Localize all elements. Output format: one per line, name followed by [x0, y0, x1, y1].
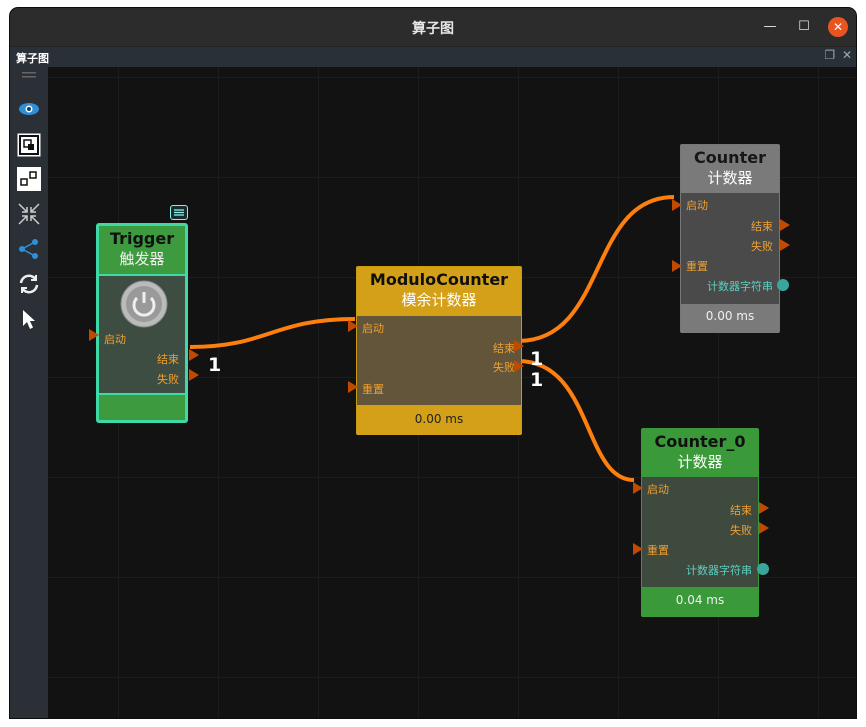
pointer-icon[interactable] [17, 307, 41, 331]
port-in-reset: 重置 [362, 383, 384, 396]
float-icon[interactable]: ❐ [824, 48, 835, 62]
node-counter-0[interactable]: Counter_0 计数器 启动 结束 失败 重置 计数器字符串 0.04 ms [641, 428, 759, 617]
node-timing: 0.00 ms [414, 412, 464, 426]
edge-trigger-modulo[interactable] [189, 317, 356, 349]
port-in-reset: 重置 [686, 260, 708, 273]
eye-icon[interactable] [17, 97, 41, 121]
connector-in-start[interactable] [89, 329, 99, 341]
port-out-fail: 失败 [493, 361, 515, 374]
dock-title: 算子图 [16, 52, 49, 65]
port-out-end: 结束 [493, 342, 515, 355]
connector-out-fail[interactable] [514, 360, 524, 372]
drag-handle-icon[interactable] [17, 69, 41, 81]
power-icon[interactable] [120, 280, 168, 332]
connector-out-end[interactable] [780, 219, 790, 231]
port-in-start: 启动 [104, 333, 126, 346]
node-timing: 0.04 ms [675, 593, 725, 607]
connector-in-start[interactable] [672, 199, 682, 211]
connector-in-reset[interactable] [348, 381, 358, 393]
edge-modulo-counter[interactable] [517, 195, 675, 343]
share-graph-icon[interactable] [17, 237, 41, 261]
connector-out-string[interactable] [757, 563, 769, 575]
app-window: 算子图 — ☐ ✕ 算子图 ❐ ✕ 1 1 1 Trigger 触发器 启动 结… [10, 8, 856, 718]
connector-out-fail[interactable] [780, 239, 790, 251]
node-title: ModuloCounter [369, 270, 509, 289]
minimize-button[interactable]: — [760, 17, 780, 37]
node-title: Counter_0 [654, 432, 746, 451]
graph-canvas[interactable]: 1 1 1 Trigger 触发器 启动 结束 失败 ModuloCounter… [48, 67, 856, 718]
dock-header: 算子图 ❐ ✕ [10, 47, 856, 67]
edge-label: 1 [530, 348, 544, 370]
window-title: 算子图 [412, 21, 454, 37]
close-button[interactable]: ✕ [828, 17, 848, 37]
fit-view-icon[interactable] [17, 133, 41, 157]
node-counter[interactable]: Counter 计数器 启动 结束 失败 重置 计数器字符串 0.00 ms [680, 144, 780, 333]
port-out-fail: 失败 [157, 373, 179, 386]
connector-out-end[interactable] [514, 340, 524, 352]
port-out-end: 结束 [157, 353, 179, 366]
port-out-string: 计数器字符串 [707, 280, 773, 293]
port-in-reset: 重置 [647, 544, 669, 557]
port-out-end: 结束 [751, 220, 773, 233]
connector-in-reset[interactable] [672, 260, 682, 272]
comment-icon[interactable] [170, 205, 188, 220]
edge-label: 1 [208, 354, 222, 376]
port-in-start: 启动 [362, 322, 384, 335]
node-title: Counter [694, 148, 766, 167]
node-subtitle: 触发器 [119, 250, 165, 268]
left-toolbar [10, 67, 48, 718]
port-out-string: 计数器字符串 [686, 564, 752, 577]
node-timing: 0.00 ms [705, 309, 755, 323]
edge-label: 1 [530, 369, 544, 391]
connector-out-fail[interactable] [189, 369, 199, 381]
layout-icon[interactable] [17, 167, 41, 191]
connector-out-end[interactable] [189, 349, 199, 361]
port-in-start: 启动 [647, 483, 669, 496]
connector-out-fail[interactable] [759, 522, 769, 534]
port-out-fail: 失败 [730, 524, 752, 537]
title-bar: 算子图 — ☐ ✕ [10, 8, 856, 47]
node-title: Trigger [109, 229, 175, 248]
node-subtitle: 计数器 [677, 453, 723, 471]
maximize-button[interactable]: ☐ [794, 17, 814, 37]
connector-in-reset[interactable] [633, 543, 643, 555]
connector-in-start[interactable] [348, 320, 358, 332]
node-trigger[interactable]: Trigger 触发器 启动 结束 失败 [96, 223, 188, 423]
port-out-end: 结束 [730, 504, 752, 517]
refresh-icon[interactable] [17, 272, 41, 296]
connector-out-string[interactable] [777, 279, 789, 291]
connector-out-end[interactable] [759, 502, 769, 514]
close-icon[interactable]: ✕ [842, 48, 852, 62]
node-subtitle: 模余计数器 [401, 291, 477, 309]
connector-in-start[interactable] [633, 482, 643, 494]
collapse-icon[interactable] [17, 202, 41, 226]
port-out-fail: 失败 [751, 240, 773, 253]
port-in-start: 启动 [686, 199, 708, 212]
node-modulo-counter[interactable]: ModuloCounter 模余计数器 启动 结束 失败 重置 0.00 ms [356, 266, 522, 435]
node-subtitle: 计数器 [707, 169, 753, 187]
